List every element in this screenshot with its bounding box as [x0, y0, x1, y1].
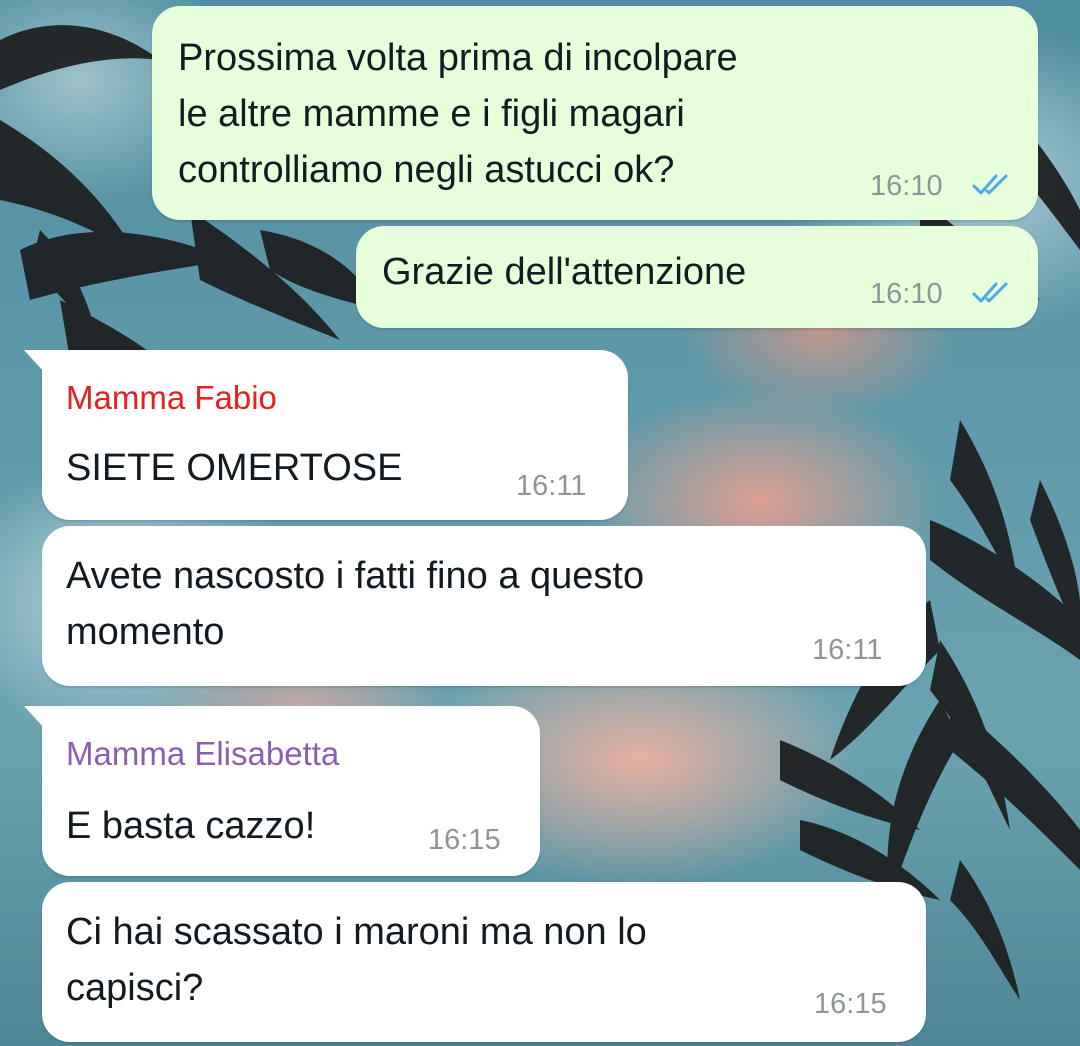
sender-name[interactable]: Mamma Elisabetta: [66, 734, 339, 774]
conversation: Prossima volta prima di incolpare le alt…: [0, 0, 1080, 1046]
message-bubble-outgoing[interactable]: Grazie dell'attenzione 16:10: [356, 226, 1038, 328]
message-text: E basta cazzo!: [66, 805, 316, 847]
message-time: 16:11: [516, 470, 587, 502]
message-text: Prossima volta prima di incolpare le alt…: [178, 37, 738, 191]
message-bubble-incoming[interactable]: Avete nascosto i fatti fino a questo mom…: [42, 526, 926, 686]
message-time: 16:10: [870, 278, 943, 310]
bubble-tail: [24, 706, 44, 728]
message-text: Ci hai scassato i maroni ma non lo capis…: [66, 911, 647, 1009]
message-bubble-incoming[interactable]: Mamma Fabio SIETE OMERTOSE 16:11: [24, 350, 628, 520]
message-time: 16:15: [428, 824, 501, 856]
message-time: 16:10: [870, 170, 943, 202]
message-bubble-outgoing[interactable]: Prossima volta prima di incolpare le alt…: [152, 6, 1038, 220]
message-time: 16:11: [812, 634, 883, 666]
bubble-tail: [24, 350, 44, 372]
message-text: SIETE OMERTOSE: [66, 447, 403, 489]
message-bubble-incoming[interactable]: Ci hai scassato i maroni ma non lo capis…: [42, 882, 926, 1042]
message-time: 16:15: [814, 988, 887, 1020]
double-check-icon: [972, 282, 1008, 303]
message-text: Avete nascosto i fatti fino a questo mom…: [66, 555, 645, 653]
message-text: Grazie dell'attenzione: [382, 251, 747, 293]
double-check-icon: [972, 174, 1008, 195]
message-bubble-incoming[interactable]: Mamma Elisabetta E basta cazzo! 16:15: [24, 706, 540, 876]
sender-name[interactable]: Mamma Fabio: [66, 378, 277, 418]
